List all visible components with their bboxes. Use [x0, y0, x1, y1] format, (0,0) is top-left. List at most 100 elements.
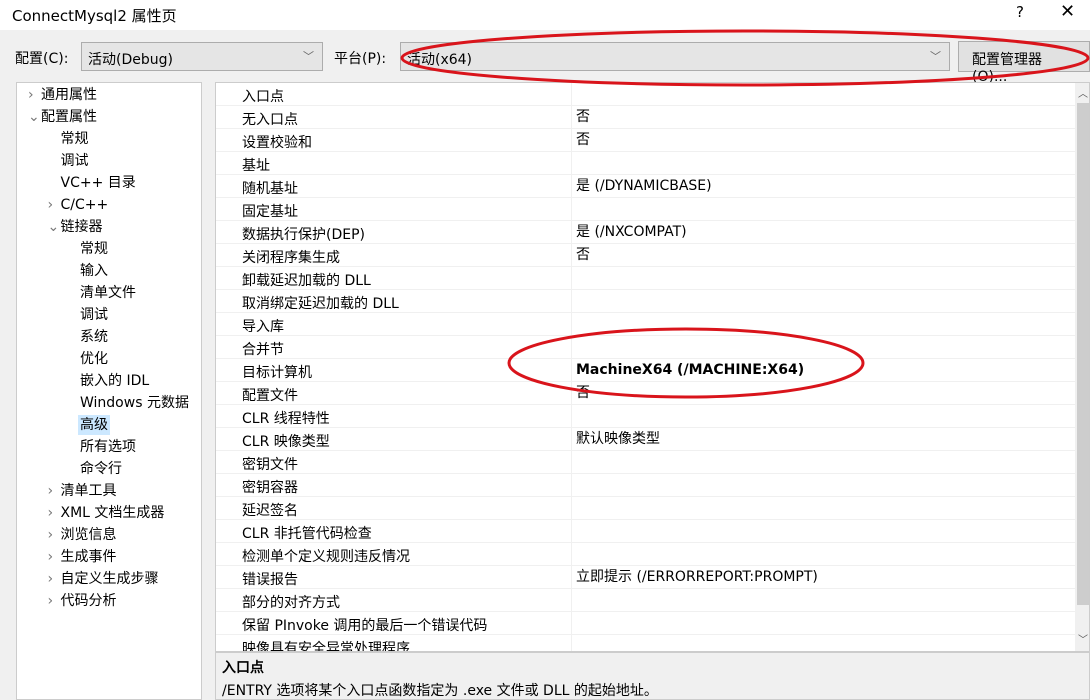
property-value[interactable]: 是 (/DYNAMICBASE) — [571, 175, 712, 198]
tree-item[interactable]: 调试 — [61, 151, 89, 171]
tree-item[interactable]: 常规 — [80, 239, 108, 259]
property-row[interactable]: 保留 PInvoke 调用的最后一个错误代码 — [216, 612, 1076, 635]
property-value[interactable]: 立即提示 (/ERRORREPORT:PROMPT) — [571, 566, 818, 589]
property-row[interactable]: 配置文件 否 — [216, 382, 1076, 405]
tree-item[interactable]: 嵌入的 IDL — [80, 371, 149, 391]
property-row[interactable]: 设置校验和 否 — [216, 129, 1076, 152]
property-value[interactable] — [571, 336, 576, 359]
property-row[interactable]: 映像具有安全异常处理程序 — [216, 635, 1076, 651]
tree-item[interactable]: Windows 元数据 — [80, 393, 189, 413]
platform-dropdown[interactable]: 活动(x64) ﹀ — [400, 42, 950, 71]
tree-item[interactable]: 所有选项 — [80, 437, 136, 457]
property-value[interactable]: 否 — [571, 382, 590, 405]
chevron-right-icon[interactable]: › — [48, 195, 54, 215]
property-value[interactable] — [571, 152, 576, 175]
property-row[interactable]: 延迟签名 — [216, 497, 1076, 520]
property-value[interactable] — [571, 451, 576, 474]
tree-item[interactable]: › 自定义生成步骤 — [48, 569, 159, 589]
property-value[interactable]: 否 — [571, 129, 590, 152]
property-value[interactable] — [571, 612, 576, 635]
chevron-right-icon[interactable]: › — [48, 569, 54, 589]
property-row[interactable]: 取消绑定延迟加载的 DLL — [216, 290, 1076, 313]
property-value[interactable] — [571, 290, 576, 313]
tree-item[interactable]: › XML 文档生成器 — [48, 503, 165, 523]
property-row[interactable]: CLR 非托管代码检查 — [216, 520, 1076, 543]
property-tree: › 通用属性 ⌄ 配置属性 常规 调试 VC++ 目录 › C/C++ ⌄ 链接器 常规 输入 清单文件调… — [16, 82, 202, 700]
property-value[interactable] — [571, 520, 576, 543]
scroll-down-icon[interactable]: ﹀ — [1078, 631, 1088, 646]
property-row[interactable]: 随机基址 是 (/DYNAMICBASE) — [216, 175, 1076, 198]
scroll-up-icon[interactable]: ︿ — [1078, 85, 1088, 100]
property-value[interactable] — [571, 313, 576, 336]
tree-item[interactable]: › C/C++ — [48, 195, 109, 215]
tree-item[interactable]: ⌄ 配置属性 — [28, 107, 97, 127]
chevron-right-icon[interactable]: › — [48, 481, 54, 501]
property-value[interactable] — [571, 497, 576, 520]
tree-item-label: 嵌入的 IDL — [80, 373, 150, 389]
tree-item[interactable]: › 浏览信息 — [48, 525, 117, 545]
property-value[interactable]: MachineX64 (/MACHINE:X64) — [571, 359, 804, 382]
property-value[interactable] — [571, 543, 576, 566]
chevron-down-icon[interactable]: ⌄ — [28, 107, 40, 127]
property-row[interactable]: 密钥容器 — [216, 474, 1076, 497]
property-value[interactable] — [571, 635, 576, 651]
property-row[interactable]: 关闭程序集生成 否 — [216, 244, 1076, 267]
property-value[interactable] — [571, 83, 576, 106]
property-value[interactable] — [571, 198, 576, 221]
tree-item[interactable]: › 生成事件 — [48, 547, 117, 567]
tree-item-label: 系统 — [80, 329, 108, 345]
property-row[interactable]: 卸载延迟加载的 DLL — [216, 267, 1076, 290]
property-row[interactable]: 密钥文件 — [216, 451, 1076, 474]
close-button[interactable]: ✕ — [1060, 1, 1075, 22]
property-value[interactable]: 否 — [571, 244, 590, 267]
property-row[interactable]: 合并节 — [216, 336, 1076, 359]
chevron-right-icon[interactable]: › — [48, 525, 54, 545]
property-name: 密钥文件 — [242, 457, 298, 473]
property-row[interactable]: 入口点 — [216, 83, 1076, 106]
tree-item[interactable]: 系统 — [80, 327, 108, 347]
property-row[interactable]: CLR 线程特性 — [216, 405, 1076, 428]
property-row[interactable]: 无入口点 否 — [216, 106, 1076, 129]
help-button[interactable]: ? — [1016, 3, 1024, 21]
tree-item[interactable]: 常规 — [61, 129, 89, 149]
tree-item[interactable]: 高级 — [78, 415, 110, 435]
property-row[interactable]: 基址 — [216, 152, 1076, 175]
description-panel: 入口点 /ENTRY 选项将某个入口点函数指定为 .exe 文件或 DLL 的起… — [215, 652, 1090, 700]
tree-item[interactable]: ⌄ 链接器 — [48, 217, 103, 237]
chevron-right-icon[interactable]: › — [48, 547, 54, 567]
config-manager-button[interactable]: 配置管理器(O)... — [958, 41, 1090, 85]
tree-item[interactable]: 命令行 — [80, 459, 122, 479]
chevron-right-icon[interactable]: › — [28, 85, 34, 105]
property-row[interactable]: CLR 映像类型 默认映像类型 — [216, 428, 1076, 451]
tree-item[interactable]: 输入 — [80, 261, 108, 281]
chevron-down-icon[interactable]: ⌄ — [48, 217, 60, 237]
scrollbar-thumb[interactable] — [1077, 103, 1089, 605]
tree-item[interactable]: › 通用属性 — [28, 85, 97, 105]
property-value[interactable]: 是 (/NXCOMPAT) — [571, 221, 687, 244]
property-row[interactable]: 导入库 — [216, 313, 1076, 336]
tree-item[interactable]: 优化 — [80, 349, 108, 369]
scrollbar[interactable]: ︿ ﹀ — [1075, 83, 1089, 651]
property-row[interactable]: 部分的对齐方式 — [216, 589, 1076, 612]
property-value[interactable]: 否 — [571, 106, 590, 129]
property-row[interactable]: 数据执行保护(DEP) 是 (/NXCOMPAT) — [216, 221, 1076, 244]
tree-item[interactable]: › 代码分析 — [48, 591, 117, 611]
tree-item[interactable]: 调试 — [80, 305, 108, 325]
chevron-right-icon[interactable]: › — [48, 503, 54, 523]
tree-item[interactable]: › 清单工具 — [48, 481, 117, 501]
property-value[interactable] — [571, 405, 576, 428]
property-row[interactable]: 目标计算机 MachineX64 (/MACHINE:X64) — [216, 359, 1076, 382]
tree-item[interactable]: VC++ 目录 — [61, 173, 136, 193]
property-grid: 入口点 无入口点否设置校验和否基址 随机基址是 (/DYNAMICBASE) 固定基址… — [215, 82, 1090, 652]
property-row[interactable]: 检测单个定义规则违反情况 — [216, 543, 1076, 566]
chevron-right-icon[interactable]: › — [48, 591, 54, 611]
config-dropdown[interactable]: 活动(Debug) ﹀ — [81, 42, 323, 71]
property-value[interactable] — [571, 474, 576, 497]
property-value[interactable]: 默认映像类型 — [571, 428, 660, 451]
property-row[interactable]: 错误报告 立即提示 (/ERRORREPORT:PROMPT) — [216, 566, 1076, 589]
property-row[interactable]: 固定基址 — [216, 198, 1076, 221]
description-title: 入口点 — [222, 660, 264, 676]
property-value[interactable] — [571, 589, 576, 612]
property-value[interactable] — [571, 267, 576, 290]
tree-item[interactable]: 清单文件 — [80, 283, 136, 303]
